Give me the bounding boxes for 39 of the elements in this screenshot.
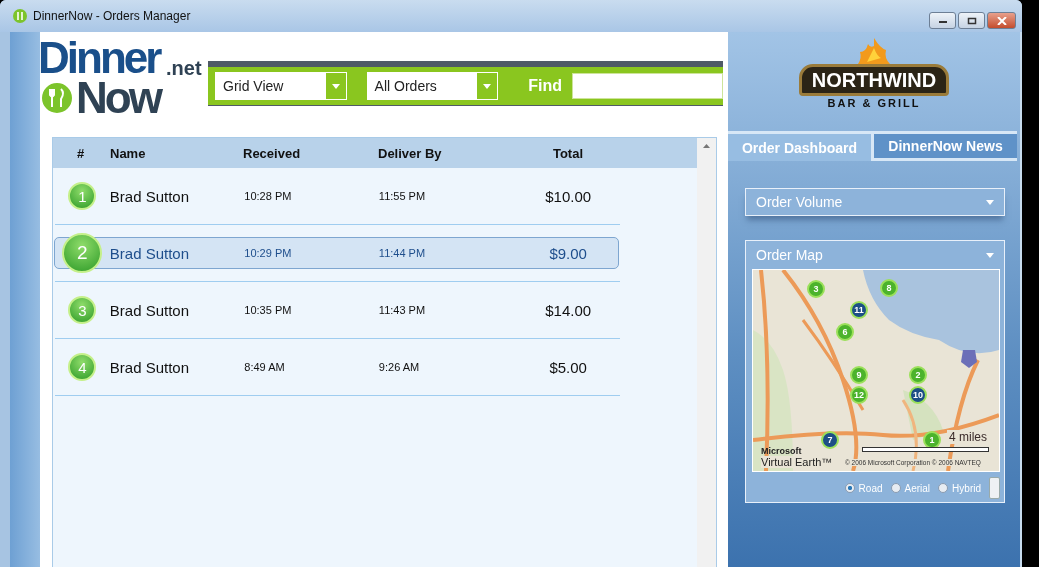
find-label: Find: [528, 77, 562, 95]
deliver-time: 11:43 PM: [378, 304, 427, 316]
order-total: $14.00: [544, 301, 593, 319]
order-total: $10.00: [544, 187, 593, 205]
order-row[interactable]: 1 Brad Sutton 10:28 PM 11:55 PM $10.00: [54, 180, 619, 212]
logo-suffix: .net: [166, 58, 202, 78]
order-number: 1: [68, 182, 97, 210]
column-header[interactable]: #: [53, 145, 108, 161]
column-header[interactable]: Total: [518, 145, 618, 161]
deliver-time: 11:44 PM: [378, 247, 427, 259]
window-title: DinnerNow - Orders Manager: [33, 9, 192, 23]
view-dropdown[interactable]: Grid View: [215, 72, 347, 100]
order-number: 2: [62, 233, 103, 273]
filter-dropdown[interactable]: All Orders: [366, 72, 499, 100]
received-time: 8:49 AM: [244, 361, 286, 373]
scale-label: 4 miles: [947, 430, 989, 444]
order-row[interactable]: 3 Brad Sutton 10:35 PM 11:43 PM $14.00: [54, 294, 619, 326]
order-total: $9.00: [548, 244, 588, 262]
map-logo: Microsoft: [761, 446, 802, 456]
order-number: 3: [68, 296, 97, 324]
deliver-time: 9:26 AM: [378, 361, 421, 373]
received-time: 10:28 PM: [244, 190, 293, 202]
deliver-time: 11:55 PM: [378, 190, 427, 202]
map-logo: Virtual Earth™: [761, 456, 833, 468]
received-time: 10:29 PM: [244, 247, 293, 259]
column-header[interactable]: Received: [243, 145, 378, 161]
order-row[interactable]: 4 Brad Sutton 8:49 AM 9:26 AM $5.00: [54, 351, 619, 383]
column-header[interactable]: Deliver By: [378, 145, 518, 161]
brand-tagline: BAR & GRILL: [827, 96, 921, 111]
column-header[interactable]: Name: [108, 145, 243, 161]
customer-name: Brad Sutton: [109, 358, 191, 376]
panel-title: Order Map: [756, 247, 823, 263]
brand-logo: NORTHWIND: [798, 64, 950, 96]
order-total: $5.00: [548, 358, 588, 376]
customer-name: Brad Sutton: [109, 244, 191, 262]
received-time: 10:35 PM: [244, 304, 293, 316]
customer-name: Brad Sutton: [109, 187, 191, 205]
order-number: 4: [68, 353, 97, 381]
customer-name: Brad Sutton: [109, 301, 191, 319]
